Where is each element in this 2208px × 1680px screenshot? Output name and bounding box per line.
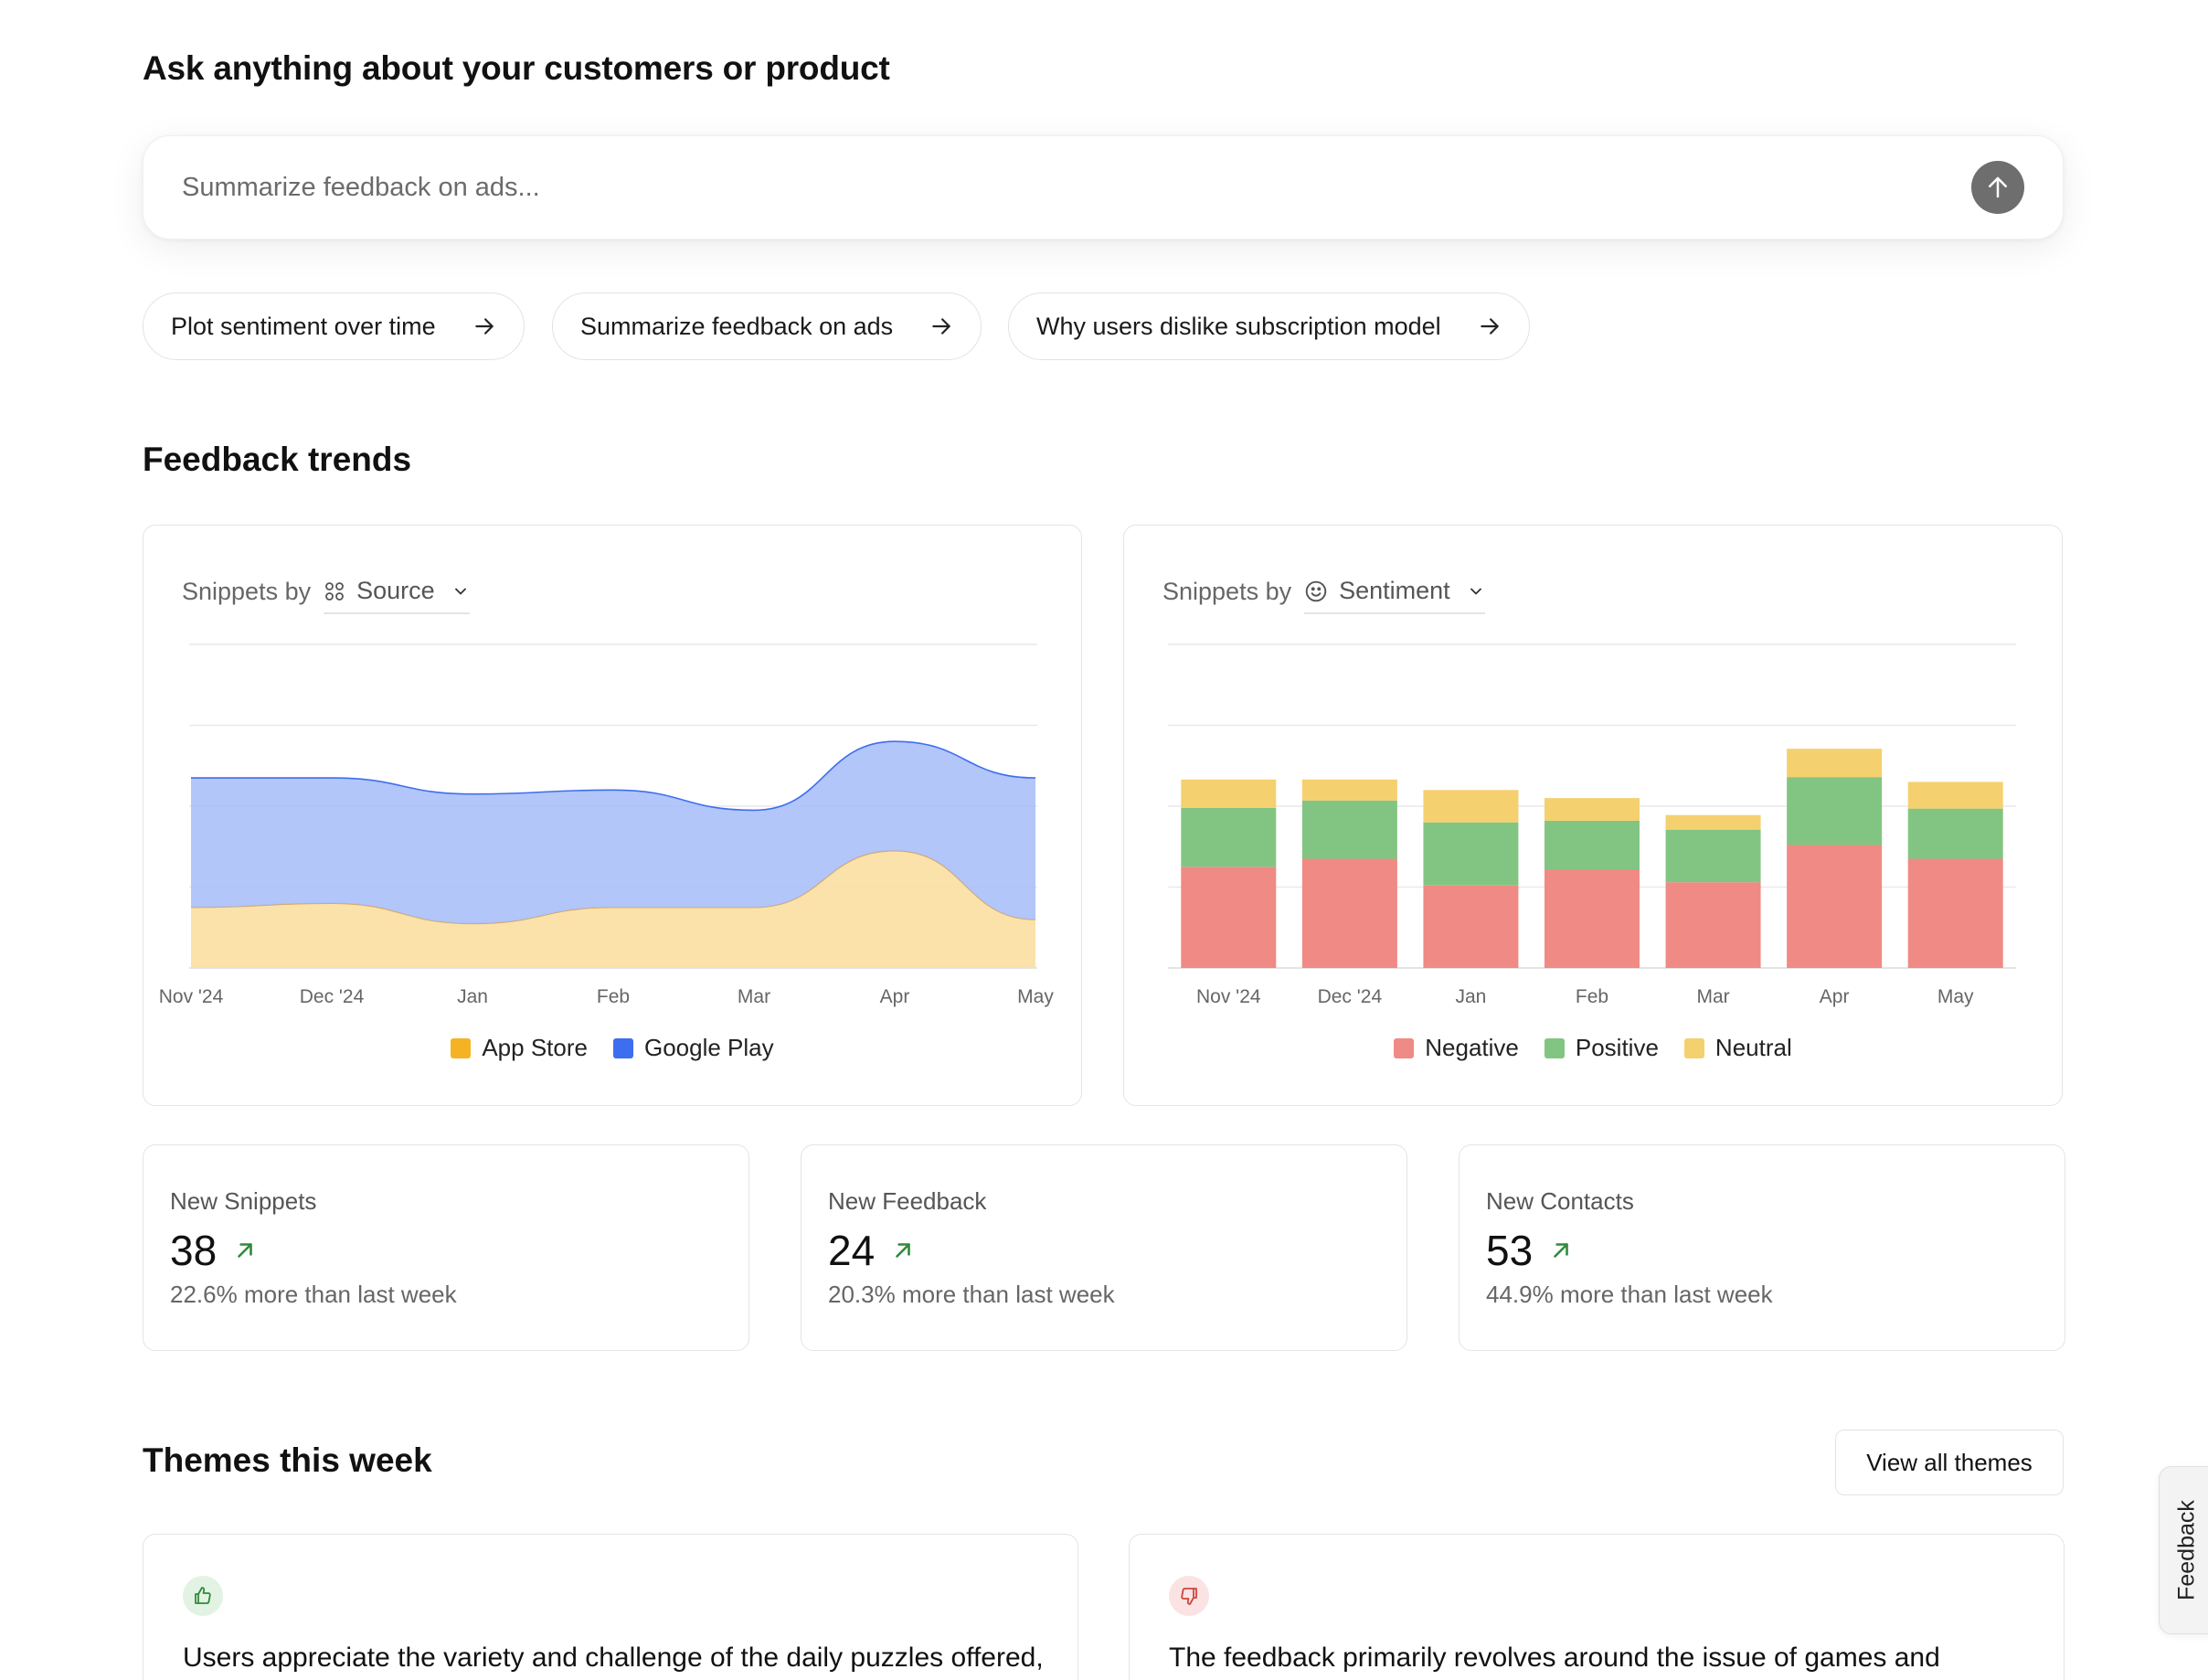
legend-item: Neutral [1683,1034,1792,1062]
stat-label: New Feedback [828,1187,987,1215]
bar-segment-neutral [1181,779,1277,808]
sentiment-chart-card: Snippets by Sentiment Nov '24 Dec '24 Jan F… [1123,525,2063,1106]
sentiment-bar-chart: Nov '24 Dec '24 Jan Feb Mar Apr May [1168,643,2016,1007]
bar-segment-negative [1423,885,1519,968]
stat-subtext: 22.6% more than last week [170,1281,457,1308]
x-tick-label: May [1937,986,1974,1007]
theme-card-positive[interactable]: Users appreciate the variety and challen… [143,1534,1078,1680]
stat-label: New Contacts [1486,1187,1634,1215]
bar-segment-positive [1665,829,1761,883]
legend-swatch [612,1037,633,1058]
legend-swatch [1544,1037,1565,1058]
x-tick-label: Feb [1576,986,1608,1007]
legend-label: App Store [482,1034,588,1061]
view-all-themes-button[interactable]: View all themes [1835,1430,2064,1495]
x-tick-label: Feb [597,986,630,1007]
bar-segment-neutral [1665,814,1761,830]
x-tick-label: Dec '24 [300,986,365,1007]
suggestion-chip-summarize-ads[interactable]: Summarize feedback on ads [552,292,982,360]
legend-label: Negative [1425,1034,1519,1061]
bar-segment-positive [1545,820,1640,870]
x-tick-label: Dec '24 [1318,986,1383,1007]
trend-up-icon [891,1239,915,1262]
arrow-right-icon [472,314,496,338]
thumbs-up-icon [183,1576,223,1616]
suggestion-chip-subscription[interactable]: Why users dislike subscription model [1008,292,1530,360]
legend-item: App Store [451,1034,588,1062]
x-tick-label: Nov '24 [1196,986,1261,1007]
bar-segment-neutral [1907,782,2003,809]
bar-segment-neutral [1787,749,1883,778]
stat-subtext: 44.9% more than last week [1486,1281,1773,1308]
arrow-right-icon [1478,314,1502,338]
feedback-tab[interactable]: Feedback [2159,1466,2208,1634]
legend-swatch [451,1037,472,1058]
x-tick-label: Apr [880,986,910,1007]
legend-label: Neutral [1714,1034,1792,1061]
stat-value: 38 [170,1227,218,1274]
arrow-up-icon [1989,176,2007,198]
bar-segment-neutral [1301,779,1397,801]
bar-segment-neutral [1423,790,1519,823]
send-button[interactable] [1971,161,2024,214]
bar-segment-neutral [1545,798,1640,821]
bar-segment-negative [1181,867,1277,968]
ask-input[interactable] [182,136,1918,239]
theme-summary: The feedback primarily revolves around t… [1169,1643,1940,1673]
ask-title: Ask anything about your customers or pro… [143,49,890,87]
x-tick-label: Mar [738,986,770,1007]
legend-item: Positive [1544,1034,1659,1062]
x-tick-label: Jan [457,986,488,1007]
x-tick-label: Apr [1820,986,1850,1007]
trend-up-icon [233,1239,257,1262]
ask-box [143,135,2064,239]
suggestion-label: Plot sentiment over time [171,312,436,340]
stat-card-new-contacts: New Contacts 53 44.9% more than last wee… [1459,1144,2065,1351]
theme-card-negative[interactable]: The feedback primarily revolves around t… [1129,1534,2065,1680]
legend-item: Google Play [612,1034,774,1062]
feedback-trends-title: Feedback trends [143,441,412,478]
x-tick-label: May [1017,986,1054,1007]
legend-item: Negative [1394,1034,1519,1062]
bar-segment-positive [1181,807,1277,867]
bar-segment-negative [1907,858,2003,968]
bar-segment-negative [1545,869,1640,968]
bar-segment-positive [1787,777,1883,845]
stat-card-new-snippets: New Snippets 38 22.6% more than last wee… [143,1144,749,1351]
source-area-chart: Nov '24 Dec '24 Jan Feb Mar Apr May [159,643,1054,1007]
theme-summary: Users appreciate the variety and challen… [183,1643,1044,1673]
stat-subtext: 20.3% more than last week [828,1281,1115,1308]
bar-segment-negative [1787,845,1883,968]
source-chart-legend: App Store Google Play [143,1034,1081,1062]
legend-swatch [1394,1037,1415,1058]
feedback-tab-label: Feedback [2173,1500,2199,1600]
source-chart-card: Snippets by Source Nov '24 Dec '24 Jan Feb M… [143,525,1082,1106]
stat-label: New Snippets [170,1187,317,1215]
legend-label: Positive [1575,1034,1659,1061]
x-tick-label: Jan [1455,986,1486,1007]
thumbs-down-icon [1169,1576,1209,1616]
x-tick-label: Nov '24 [159,986,224,1007]
bar-segment-positive [1423,822,1519,886]
stat-value: 53 [1486,1227,1534,1274]
sentiment-chart-legend: Negative Positive Neutral [1124,1034,2062,1062]
stat-card-new-feedback: New Feedback 24 20.3% more than last wee… [801,1144,1407,1351]
bar-segment-positive [1907,808,2003,859]
bar-segment-negative [1301,858,1397,968]
bar-segment-negative [1665,882,1761,968]
themes-title: Themes this week [143,1441,432,1479]
legend-label: Google Play [643,1034,774,1061]
suggestion-chip-plot-sentiment[interactable]: Plot sentiment over time [143,292,525,360]
suggestion-label: Why users dislike subscription model [1036,312,1441,340]
bar-segment-positive [1301,800,1397,859]
suggestion-label: Summarize feedback on ads [580,312,894,340]
legend-swatch [1683,1037,1704,1058]
x-tick-label: Mar [1696,986,1729,1007]
stat-value: 24 [828,1227,876,1274]
arrow-right-icon [929,314,953,338]
trend-up-icon [1549,1239,1573,1262]
